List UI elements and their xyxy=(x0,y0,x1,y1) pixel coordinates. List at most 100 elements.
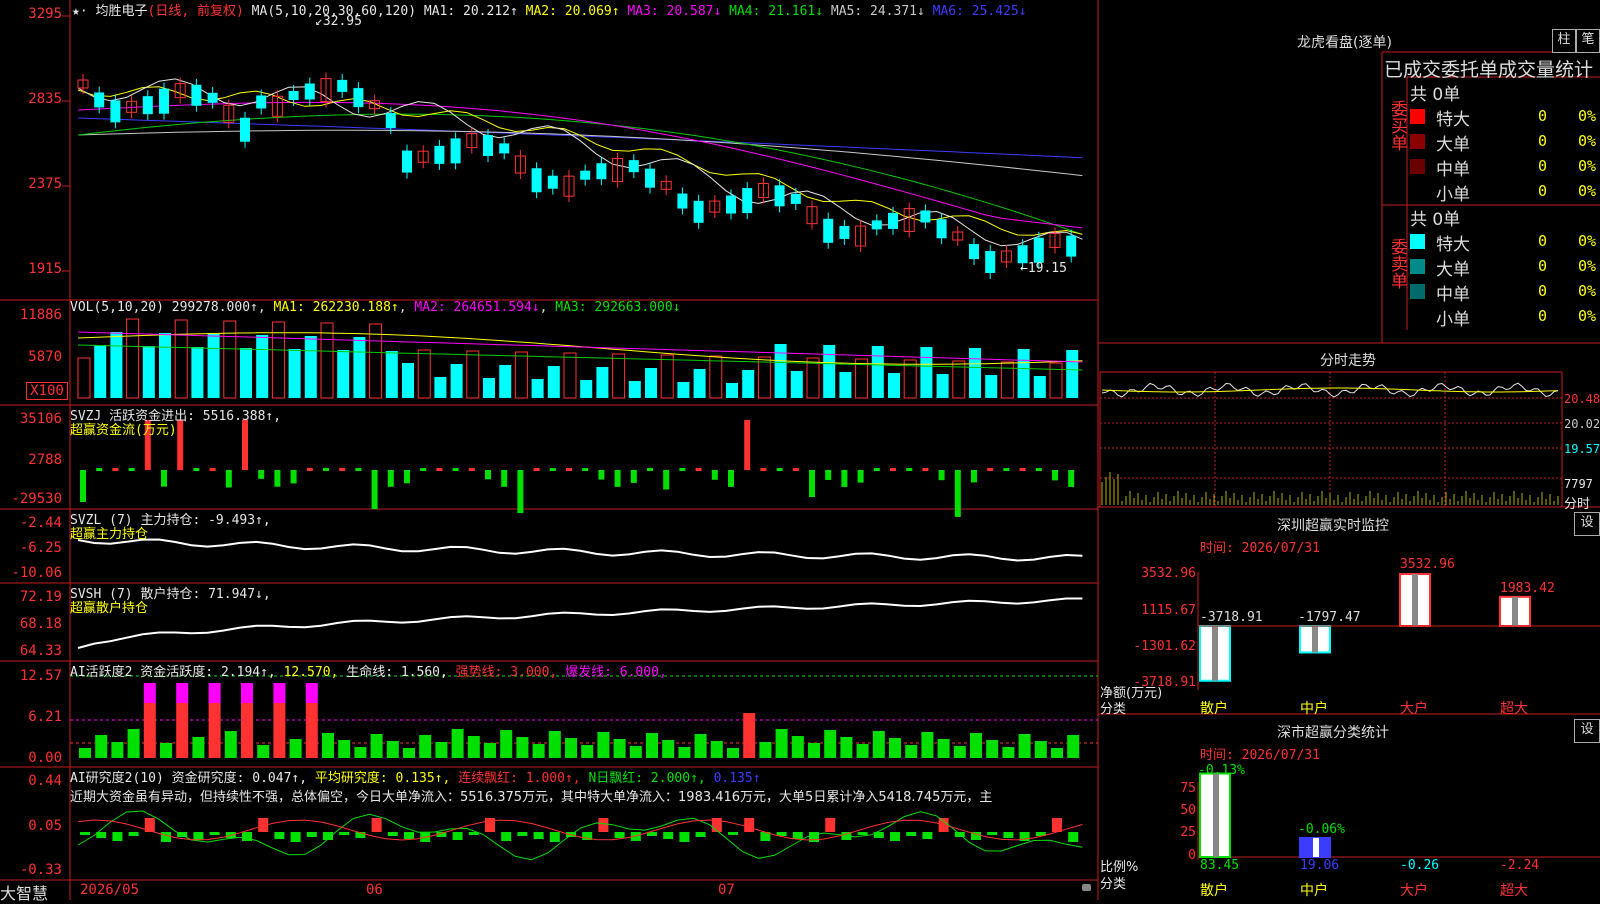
candle-down xyxy=(483,135,493,157)
vol-ma2: MA2: 264651.594↓ xyxy=(414,300,540,315)
ai-research-bar xyxy=(485,818,495,832)
candle-down xyxy=(434,145,445,164)
szs-cat-1: 中户 xyxy=(1300,883,1328,899)
vol-bar xyxy=(920,347,933,398)
period-label[interactable]: 日线 xyxy=(155,4,181,19)
ai-active-bar xyxy=(678,747,691,758)
svzj-bar xyxy=(128,468,135,471)
ai-active-bar xyxy=(273,703,286,758)
vol-bar xyxy=(774,344,787,398)
vol-bar xyxy=(726,383,738,398)
ai-active-bar xyxy=(224,731,237,758)
svsh-sub: 超赢散户持仓 xyxy=(70,601,149,616)
candle-down xyxy=(969,244,979,260)
svsh-axis-0: 72.19 xyxy=(19,589,62,605)
candle-down xyxy=(823,218,834,243)
candle-down xyxy=(207,92,218,103)
vol-bar xyxy=(223,320,237,399)
candle-down xyxy=(790,193,801,204)
ai-active-bar xyxy=(856,744,869,758)
fenshi-title: 分时走势 xyxy=(1320,353,1376,369)
vol-bar xyxy=(191,347,204,398)
chart-canvas[interactable] xyxy=(0,0,1600,900)
sell-row-0: 特大 0 0% xyxy=(1410,230,1600,255)
svzj-bar xyxy=(1019,468,1026,471)
stock-name[interactable]: 均胜电子 xyxy=(95,4,147,19)
ai-active-bar xyxy=(127,729,140,758)
svzj-bar xyxy=(841,470,848,487)
candle-down xyxy=(450,138,461,164)
sz-monitor-settings-button[interactable]: 设 xyxy=(1574,512,1600,536)
buy-swatch-icon xyxy=(1410,159,1425,174)
candle-down xyxy=(159,88,169,114)
vol-bar xyxy=(612,353,626,399)
svzj-bar xyxy=(711,470,718,480)
vol-bar xyxy=(596,367,609,398)
sz-cat-0: 散户 xyxy=(1200,701,1228,717)
ma5-value: MA5: 24.371↓ xyxy=(830,4,925,19)
vol-unit-box[interactable]: X100 xyxy=(26,382,68,400)
ma4-value: MA4: 21.161↓ xyxy=(729,4,824,19)
svzj-bar xyxy=(938,470,945,481)
ai-active-bar xyxy=(532,744,545,758)
svzj-bar xyxy=(533,468,540,471)
vol-bar xyxy=(94,345,107,398)
fenshi-axis-4: 分时 xyxy=(1564,497,1591,512)
vol-bar xyxy=(645,368,657,398)
ai-research-bar xyxy=(549,832,560,842)
ai-research-bar xyxy=(663,832,674,839)
sell-pct: 0% xyxy=(1578,307,1597,325)
price-axis-2: 2375 xyxy=(28,176,62,192)
ai-research-bar xyxy=(728,832,738,835)
szs-bar-label-1: -0.06% xyxy=(1298,822,1345,837)
buy-label: 特大 xyxy=(1436,110,1470,130)
sz-bar-label-0: -3718.91 xyxy=(1200,610,1263,625)
svzj-bar xyxy=(161,470,167,487)
svzj-bar xyxy=(242,420,248,470)
buy-pct: 0% xyxy=(1578,132,1597,150)
ai-research-axis-0: 0.44 xyxy=(28,773,62,789)
fenshi-axis-2: 19.57 xyxy=(1564,442,1600,456)
candle-down xyxy=(742,188,753,214)
buy-swatch-icon xyxy=(1410,134,1425,149)
lock-icon[interactable] xyxy=(1082,884,1091,891)
ai-active-bar xyxy=(905,745,918,758)
candle-down xyxy=(839,225,850,239)
svzj-bar xyxy=(323,468,329,471)
svzj-bar xyxy=(258,470,265,479)
sz-monitor-title: 深圳超赢实时监控 xyxy=(1277,518,1389,534)
ai-active-bar xyxy=(775,729,788,758)
ai-research-bar xyxy=(695,832,706,837)
candle-down xyxy=(547,175,558,189)
ai-active-bar xyxy=(419,735,432,758)
brand-label[interactable]: 大智慧 xyxy=(0,880,48,904)
bar-mode-button[interactable]: 柱 xyxy=(1552,29,1576,53)
ai-active-bar xyxy=(824,730,837,758)
vol-bar xyxy=(1066,350,1079,398)
ai-active-bar xyxy=(1067,735,1080,758)
buy-count: 0 xyxy=(1538,107,1548,125)
ai-research-bar xyxy=(744,818,755,832)
vol-bar xyxy=(385,351,398,398)
buy-pct: 0% xyxy=(1578,107,1597,125)
star-icon[interactable]: ★· xyxy=(72,4,88,19)
ai-active-axis-2: 0.00 xyxy=(28,750,62,766)
svzj-bar xyxy=(209,468,216,471)
vol-bar xyxy=(159,333,171,398)
sz-cat-1: 中户 xyxy=(1300,701,1328,717)
vol-bar xyxy=(1000,361,1014,399)
svzj-bar xyxy=(647,468,653,471)
candle-down xyxy=(304,83,315,100)
svzl-axis-1: -6.25 xyxy=(19,540,62,556)
ai-active-bar xyxy=(629,746,642,758)
ai-research-bar xyxy=(193,832,204,840)
adjust-label[interactable]: 前复权 xyxy=(197,4,236,19)
sell-row-3: 小单 0 0% xyxy=(1410,305,1600,330)
ai-active-bar xyxy=(840,737,853,758)
szs-settings-button[interactable]: 设 xyxy=(1574,719,1600,743)
tick-mode-button[interactable]: 笔 xyxy=(1576,29,1600,53)
svzj-bar xyxy=(420,468,427,471)
ai-active-bar xyxy=(597,732,610,758)
svzj-bar xyxy=(1003,468,1010,471)
vol-bar xyxy=(660,354,674,399)
